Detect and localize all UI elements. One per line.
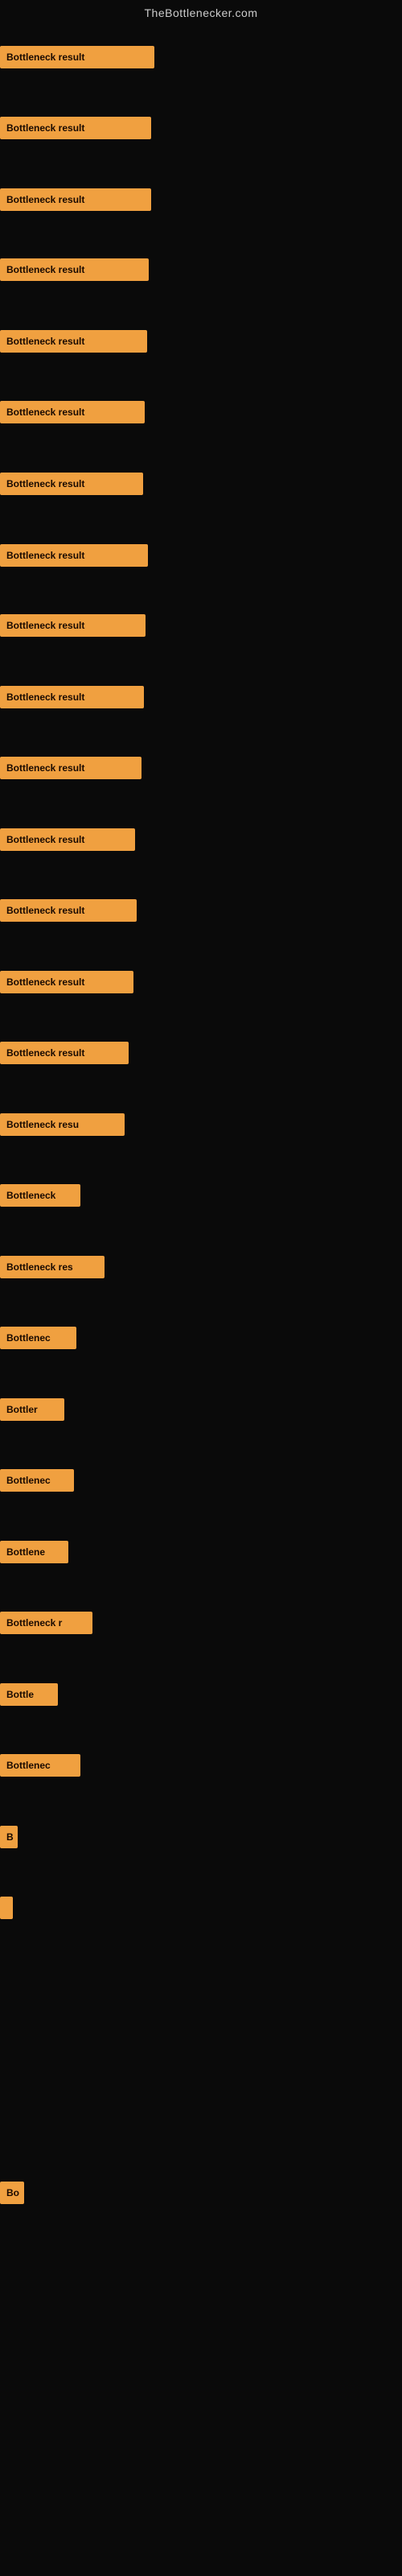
bottleneck-item-14[interactable]: Bottleneck result [0, 971, 133, 993]
bottleneck-item-5[interactable]: Bottleneck result [0, 330, 147, 353]
bottleneck-item-25[interactable]: Bottlenec [0, 1754, 80, 1777]
bottleneck-item-6[interactable]: Bottleneck result [0, 401, 145, 423]
bottleneck-item-22[interactable]: Bottlene [0, 1541, 68, 1563]
bottleneck-item-24[interactable]: Bottle [0, 1683, 58, 1706]
bottleneck-item-19[interactable]: Bottlenec [0, 1327, 76, 1349]
bottleneck-item-3[interactable]: Bottleneck result [0, 188, 151, 211]
site-title: TheBottlenecker.com [0, 0, 402, 23]
bottleneck-item-16[interactable]: Bottleneck resu [0, 1113, 125, 1136]
bottleneck-item-2[interactable]: Bottleneck result [0, 117, 151, 139]
bottleneck-item-18[interactable]: Bottleneck res [0, 1256, 105, 1278]
bottleneck-item-17[interactable]: Bottleneck [0, 1184, 80, 1207]
bottleneck-item-28[interactable]: Bo [0, 2182, 24, 2204]
bottleneck-item-11[interactable]: Bottleneck result [0, 757, 142, 779]
bottleneck-item-20[interactable]: Bottler [0, 1398, 64, 1421]
bottleneck-item-7[interactable]: Bottleneck result [0, 473, 143, 495]
bottleneck-item-27[interactable] [0, 1897, 13, 1919]
bottleneck-item-26[interactable]: B [0, 1826, 18, 1848]
bottleneck-item-13[interactable]: Bottleneck result [0, 899, 137, 922]
bottleneck-item-8[interactable]: Bottleneck result [0, 544, 148, 567]
bottleneck-item-10[interactable]: Bottleneck result [0, 686, 144, 708]
bottleneck-item-15[interactable]: Bottleneck result [0, 1042, 129, 1064]
bottleneck-item-12[interactable]: Bottleneck result [0, 828, 135, 851]
bottleneck-item-4[interactable]: Bottleneck result [0, 258, 149, 281]
bottleneck-item-9[interactable]: Bottleneck result [0, 614, 146, 637]
bottleneck-item-23[interactable]: Bottleneck r [0, 1612, 92, 1634]
bottleneck-item-21[interactable]: Bottlenec [0, 1469, 74, 1492]
bottleneck-item-1[interactable]: Bottleneck result [0, 46, 154, 68]
